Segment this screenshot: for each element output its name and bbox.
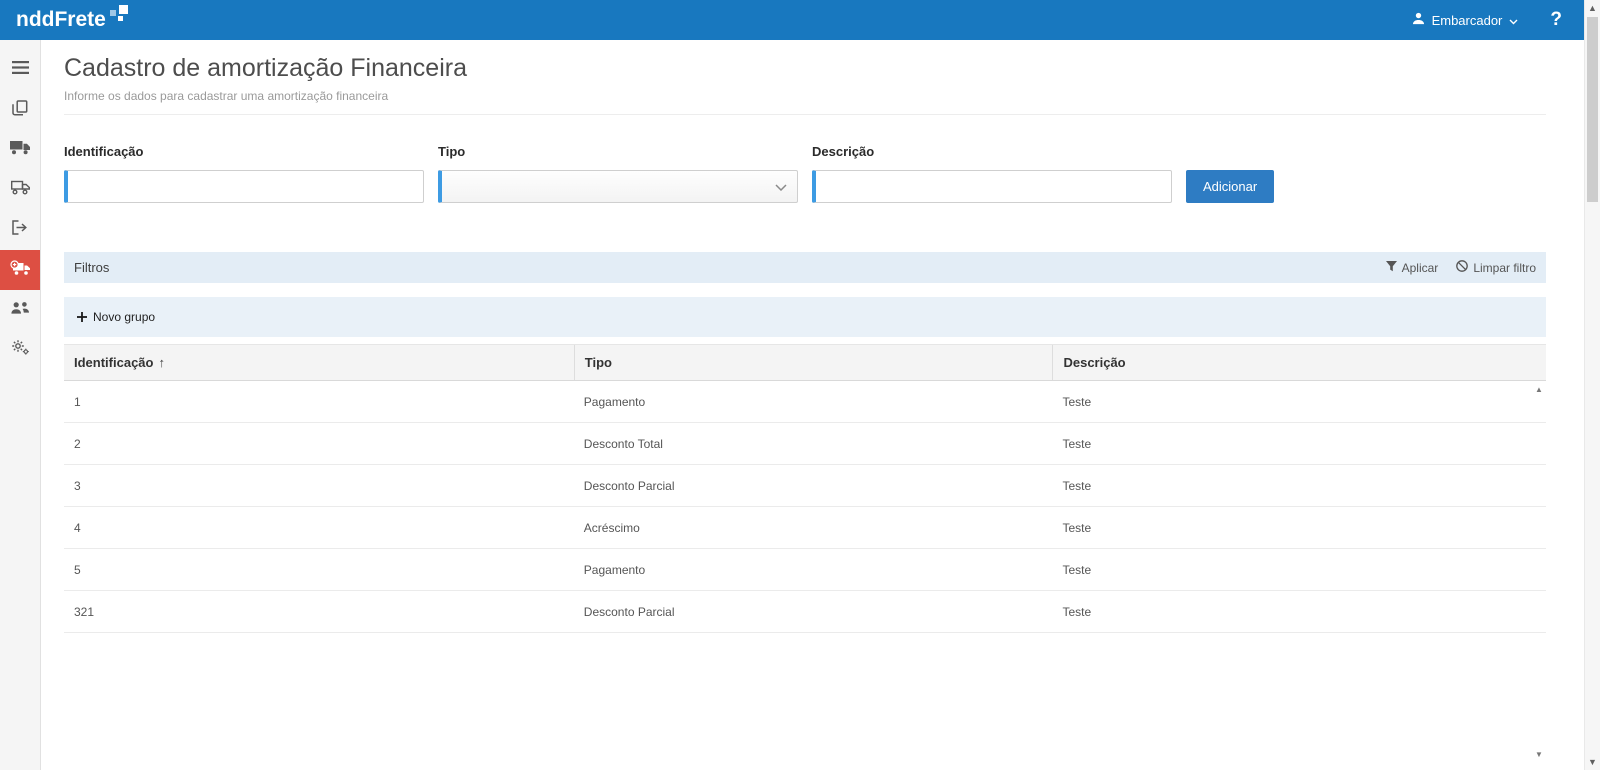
sidebar-item-menu-toggle[interactable] [0,50,40,90]
cell-identificacao: 5 [64,549,574,590]
descricao-input[interactable] [812,170,1172,203]
page-title: Cadastro de amortização Financeira [64,54,1546,83]
filters-bar: Filtros Aplicar Limpar filtro [64,252,1546,283]
sort-ascending-icon: ↑ [158,355,165,370]
sidebar-item-financial-amortization[interactable] [0,250,40,290]
scroll-down-arrow-icon[interactable]: ▼ [1535,750,1543,759]
user-icon [1412,12,1425,28]
field-identificacao: Identificação [64,144,424,203]
identificacao-input[interactable] [64,170,424,203]
cell-tipo: Acréscimo [574,507,1053,548]
freight-money-icon [10,260,30,281]
cell-descricao: Teste [1052,423,1546,464]
cell-descricao: Teste [1052,465,1546,506]
cell-tipo: Desconto Parcial [574,465,1053,506]
table-row[interactable]: 5 Pagamento Teste [64,549,1546,591]
filters-title: Filtros [74,260,109,275]
truck-outline-icon [11,180,30,200]
scroll-up-arrow-icon[interactable]: ▲ [1585,3,1600,13]
column-header-tipo[interactable]: Tipo [574,345,1053,380]
sidebar-item-logout[interactable] [0,210,40,250]
apply-filter-button[interactable]: Aplicar [1386,261,1439,275]
main-content: Cadastro de amortização Financeira Infor… [41,40,1584,770]
cell-tipo: Pagamento [574,549,1053,590]
sidebar-item-documents[interactable] [0,90,40,130]
table-row[interactable]: 4 Acréscimo Teste [64,507,1546,549]
scroll-down-arrow-icon[interactable]: ▼ [1585,757,1600,767]
cell-identificacao: 4 [64,507,574,548]
user-menu[interactable]: Embarcador [1412,12,1519,28]
sidebar-item-settings[interactable] [0,330,40,370]
grid-header: Identificação ↑ Tipo Descrição [64,344,1546,381]
help-button[interactable]: ? [1544,9,1568,31]
new-group-label: Novo grupo [93,310,155,324]
brand-logo[interactable]: nddFrete [16,8,128,32]
new-group-button[interactable]: Novo grupo [64,297,1546,337]
column-header-label: Tipo [585,355,612,370]
tipo-select[interactable] [438,170,798,203]
plus-icon [77,312,87,322]
brand-logo-squares-icon [110,5,128,23]
page-subtitle: Informe os dados para cadastrar uma amor… [64,89,1546,115]
cell-tipo: Pagamento [574,381,1053,422]
field-descricao: Descrição [812,144,1172,203]
page-scrollbar[interactable]: ▲ ▼ [1584,0,1600,770]
grid-scrollbar[interactable]: ▲ ▼ [1532,385,1546,759]
user-menu-label: Embarcador [1432,13,1503,28]
descricao-label: Descrição [812,144,1172,159]
logout-icon [12,220,28,240]
filter-actions: Aplicar Limpar filtro [1386,260,1536,275]
amortization-form: Identificação Tipo Descrição Adicionar [64,144,1546,203]
sidebar-item-users[interactable] [0,290,40,330]
cell-identificacao: 3 [64,465,574,506]
scroll-up-arrow-icon[interactable]: ▲ [1535,385,1543,394]
cell-descricao: Teste [1052,381,1546,422]
column-header-label: Identificação [74,355,153,370]
users-icon [11,301,30,320]
cell-descricao: Teste [1052,549,1546,590]
brand-text: nddFrete [16,8,106,31]
clear-filter-button[interactable]: Limpar filtro [1456,260,1536,275]
cell-descricao: Teste [1052,507,1546,548]
funnel-icon [1386,261,1397,275]
top-bar: nddFrete Embarcador ? [0,0,1584,40]
results-grid: Identificação ↑ Tipo Descrição 1 Pagamen… [64,344,1546,767]
scrollbar-thumb[interactable] [1587,17,1598,202]
hamburger-menu-icon [12,61,29,79]
apply-filter-label: Aplicar [1402,261,1439,275]
cell-tipo: Desconto Parcial [574,591,1053,632]
column-header-identificacao[interactable]: Identificação ↑ [64,345,574,380]
field-tipo: Tipo [438,144,798,203]
sidebar-item-freight[interactable] [0,130,40,170]
clear-filter-label: Limpar filtro [1473,261,1536,275]
cell-tipo: Desconto Total [574,423,1053,464]
slash-circle-icon [1456,260,1468,275]
gears-icon [11,339,30,361]
select-chevron-down-icon [775,178,787,196]
copy-icon [12,100,28,121]
app-root: nddFrete Embarcador ? [0,0,1600,770]
table-row[interactable]: 3 Desconto Parcial Teste [64,465,1546,507]
identificacao-label: Identificação [64,144,424,159]
column-header-descricao[interactable]: Descrição [1052,345,1546,380]
cell-identificacao: 1 [64,381,574,422]
cell-identificacao: 2 [64,423,574,464]
column-header-label: Descrição [1063,355,1125,370]
topbar-right: Embarcador ? [1412,9,1568,31]
sidebar [0,40,41,770]
grid-body: 1 Pagamento Teste 2 Desconto Total Teste… [64,381,1546,767]
cell-identificacao: 321 [64,591,574,632]
adicionar-button[interactable]: Adicionar [1186,170,1274,203]
sidebar-item-fleet[interactable] [0,170,40,210]
tipo-label: Tipo [438,144,798,159]
table-row[interactable]: 1 Pagamento Teste [64,381,1546,423]
cell-descricao: Teste [1052,591,1546,632]
chevron-down-icon [1509,13,1518,28]
table-row[interactable]: 321 Desconto Parcial Teste [64,591,1546,633]
truck-icon [10,140,30,160]
table-row[interactable]: 2 Desconto Total Teste [64,423,1546,465]
